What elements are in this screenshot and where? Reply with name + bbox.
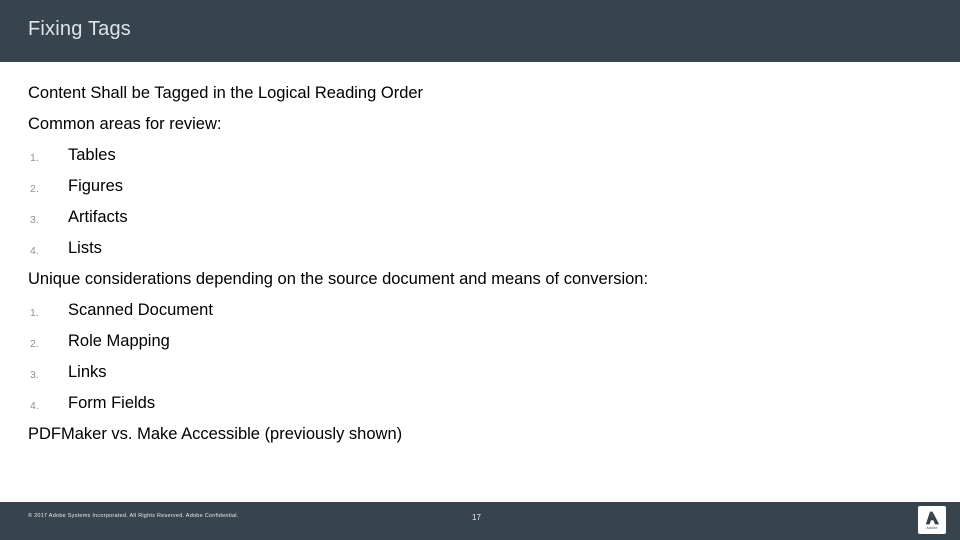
slide-footer-bar: © 2017 Adobe Systems Incorporated. All R… xyxy=(0,502,960,540)
list-item: 4. Form Fields xyxy=(28,388,938,419)
slide: Fixing Tags Content Shall be Tagged in t… xyxy=(0,0,960,540)
list-item-label: Artifacts xyxy=(68,208,128,226)
list-item-label: Tables xyxy=(68,146,116,164)
common-areas-heading: Common areas for review: xyxy=(28,115,222,133)
list-item: 3. Artifacts xyxy=(28,202,938,233)
list-item: 4. Lists xyxy=(28,233,938,264)
considerations-list: 1. Scanned Document 2. Role Mapping 3. L… xyxy=(28,295,938,419)
list-item: 1. Scanned Document xyxy=(28,295,938,326)
list-item-label: Scanned Document xyxy=(68,301,213,319)
list-item: 1. Tables xyxy=(28,140,938,171)
slide-title-bar: Fixing Tags xyxy=(0,0,960,62)
list-item-label: Links xyxy=(68,363,107,381)
adobe-a-icon xyxy=(925,511,940,525)
list-item-label: Figures xyxy=(68,177,124,195)
page-title: Fixing Tags xyxy=(28,18,131,40)
list-item: 2. Figures xyxy=(28,171,938,202)
adobe-wordmark: Adobe xyxy=(926,525,938,530)
considerations-heading: Unique considerations depending on the s… xyxy=(28,270,649,288)
intro-line: Content Shall be Tagged in the Logical R… xyxy=(28,84,424,102)
adobe-logo: Adobe xyxy=(918,506,946,534)
list-item-label: Role Mapping xyxy=(68,332,170,350)
list-marker: 4. xyxy=(30,245,39,257)
list-item-label: Form Fields xyxy=(68,394,156,412)
list-item: 3. Links xyxy=(28,357,938,388)
slide-body: Content Shall be Tagged in the Logical R… xyxy=(28,78,938,450)
common-areas-list: 1. Tables 2. Figures 3. Artifacts 4. Lis… xyxy=(28,140,938,264)
page-number: 17 xyxy=(472,513,481,522)
list-item-label: Lists xyxy=(68,239,102,257)
list-marker: 4. xyxy=(30,400,39,412)
closing-line: PDFMaker vs. Make Accessible (previously… xyxy=(28,425,403,443)
copyright-notice: © 2017 Adobe Systems Incorporated. All R… xyxy=(28,513,239,519)
list-item: 2. Role Mapping xyxy=(28,326,938,357)
